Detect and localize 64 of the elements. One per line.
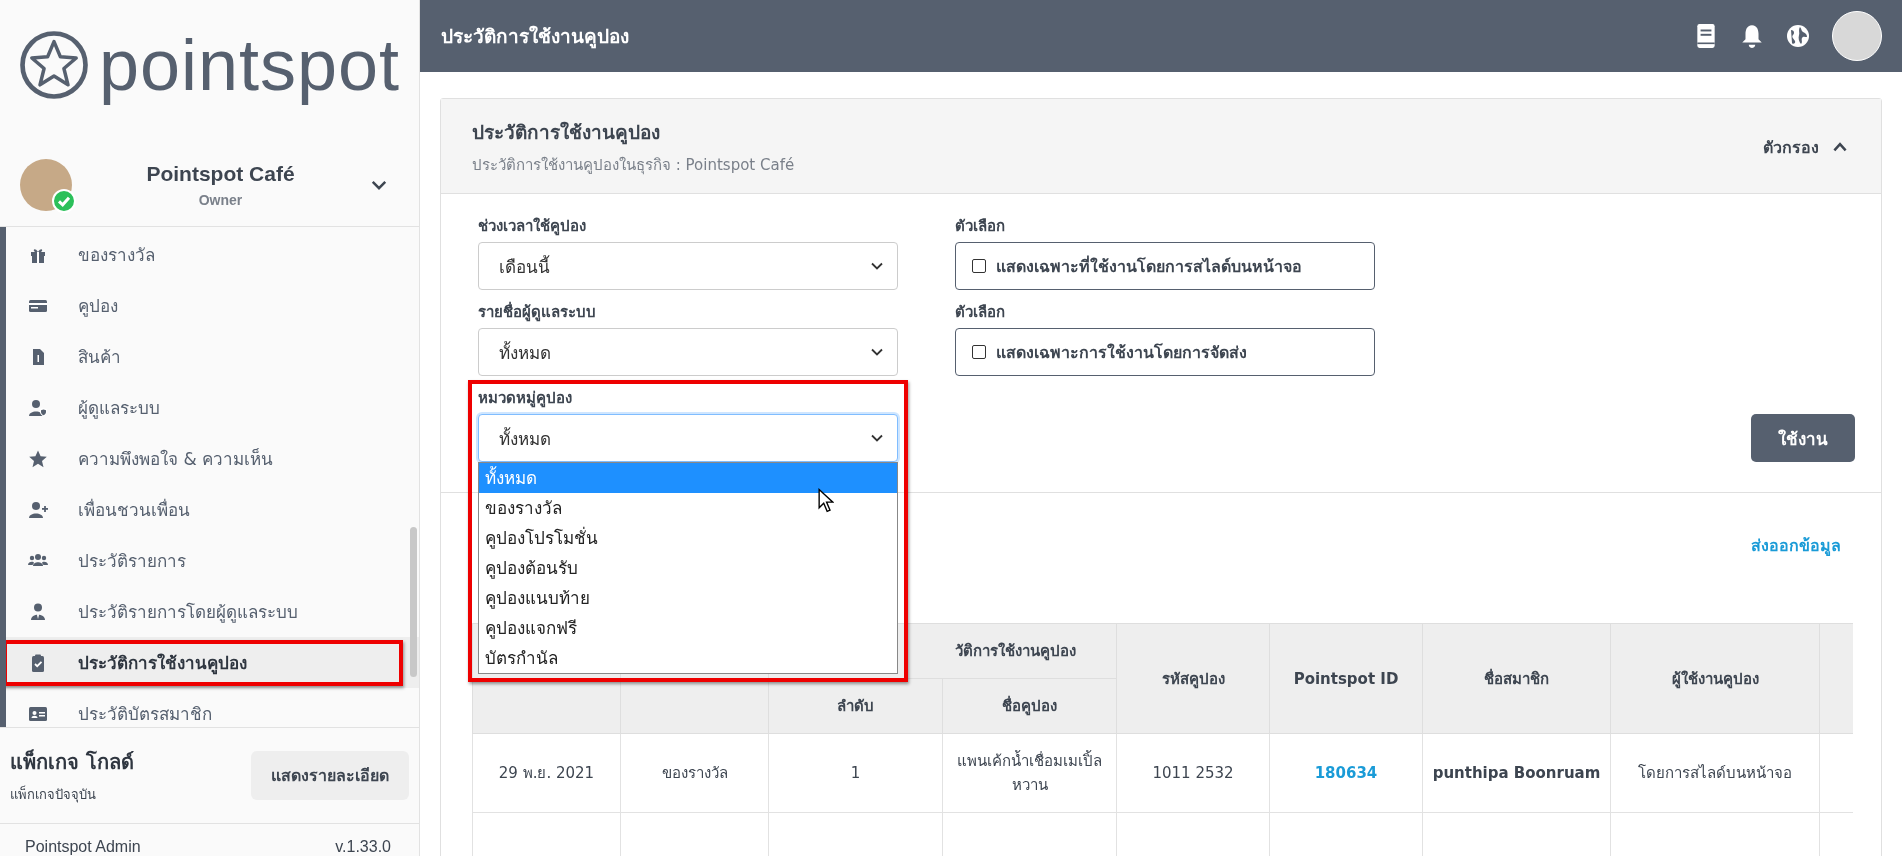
dropdown-select[interactable]: เดือนนี้	[478, 242, 898, 290]
sidebar-menu-item[interactable]: สินค้า	[6, 331, 419, 382]
checkbox[interactable]	[972, 259, 986, 273]
verified-check-icon	[52, 189, 76, 213]
notification-bell-icon[interactable]	[1740, 23, 1764, 49]
filter-label: ตัวเลือก	[955, 216, 1006, 237]
dropdown-option[interactable]: คูปองแจกฟรี	[479, 613, 897, 643]
dropdown-option[interactable]: บัตรกำนัล	[479, 643, 897, 673]
card-subtitle: ประวัติการใช้งานคูปองในธุรกิจ : Pointspot Café	[472, 155, 795, 177]
sidebar-menu-item[interactable]: ผู้ดูแลระบบ	[6, 382, 419, 433]
column-header: ชื่อสมาชิก	[1484, 669, 1549, 688]
column-group-header: วัติการใช้งานคูปอง	[955, 642, 1076, 660]
user-tie-icon	[28, 601, 48, 622]
card-title: ประวัติการใช้งานคูปอง	[472, 120, 661, 147]
pointspot-logo: pointspot	[0, 0, 419, 104]
sidebar-menu-item[interactable]: ความพึงพอใจ & ความเห็น	[6, 433, 419, 484]
sidebar-menu-item[interactable]: ประวัติบัตรสมาชิก	[6, 688, 419, 727]
sidebar-menu-item[interactable]: ประวัติการใช้งานคูปอง	[6, 637, 419, 688]
user-shield-icon	[28, 397, 48, 418]
filter-label: หมวดหมู่คูปอง	[478, 388, 573, 410]
dropdown-option[interactable]: คูปองแนบท้าย	[479, 583, 897, 613]
sidebar-menu-item[interactable]: คูปอง	[6, 280, 419, 331]
package-caption: แพ็กเกจปัจจุบัน	[10, 784, 97, 805]
dropdown-option[interactable]: คูปองโปรโมชั่น	[479, 523, 897, 553]
app-name: Pointspot Admin	[25, 838, 141, 856]
filter-toggle[interactable]: ตัวกรอง	[1757, 133, 1855, 161]
table-cell: แพนเค้กน้ำเชื่อมเมเปิ้ลหวาน	[957, 752, 1102, 794]
table-cell: โดยการสไลด์บนหน้าจอ	[1638, 764, 1792, 782]
business-role: Owner	[198, 192, 243, 208]
column-header: Pointspot ID	[1293, 669, 1399, 688]
sidebar-menu-item[interactable]: เพื่อนชวนเพื่อน	[6, 484, 419, 535]
show-details-button[interactable]: แสดงรายละเอียด	[251, 751, 409, 800]
table-cell: 1	[850, 764, 861, 782]
filter-label: ช่วงเวลาใช้คูปอง	[478, 216, 587, 238]
scrollbar-thumb[interactable]	[410, 527, 417, 677]
filter-label: ตัวเลือก	[955, 302, 1006, 323]
sidebar-menu-item[interactable]: ของรางวัล	[6, 229, 419, 280]
apply-button[interactable]: ใช้งาน	[1751, 414, 1855, 462]
column-header: รหัสคูปอง	[1161, 669, 1225, 688]
star-logo-icon	[18, 30, 89, 100]
mouse-cursor-icon	[818, 488, 834, 514]
user-avatar[interactable]	[1832, 11, 1882, 61]
sidebar-menu-item[interactable]: ประวัติรายการโดยผู้ดูแลระบบ	[6, 586, 419, 637]
table-cell: 1011 2532	[1152, 764, 1234, 782]
dropdown-option[interactable]: ของรางวัล	[479, 493, 897, 523]
globe-icon[interactable]	[1786, 23, 1810, 49]
checkbox[interactable]	[972, 345, 986, 359]
table-cell: punthipa Boonruam	[1432, 764, 1601, 782]
package-name: แพ็กเกจ โกลด์	[10, 748, 134, 776]
app-version: v.1.33.0	[335, 838, 391, 856]
column-header: ลำดับ	[837, 697, 874, 715]
table-cell: 29 พ.ย. 2021	[498, 764, 595, 782]
page-title: ประวัติการใช้งานคูปอง	[441, 24, 629, 51]
dropdown-select[interactable]: ทั้งหมด	[478, 414, 898, 462]
sidebar-menu-item[interactable]: ประวัติรายการ	[6, 535, 419, 586]
filter-label: รายชื่อผู้ดูแลระบบ	[478, 300, 597, 324]
user-plus-icon	[28, 499, 48, 520]
column-header: ชื่อคูปอง	[1002, 697, 1057, 715]
column-header: ผู้ใช้งานคูปอง	[1671, 669, 1759, 688]
book-icon[interactable]	[1694, 23, 1718, 49]
dropdown-option[interactable]: คูปองต้อนรับ	[479, 553, 897, 583]
business-name: Pointspot Café	[146, 162, 295, 186]
table-cell: ของรางวัล	[661, 764, 728, 782]
dropdown-select[interactable]: ทั้งหมด	[478, 328, 898, 376]
